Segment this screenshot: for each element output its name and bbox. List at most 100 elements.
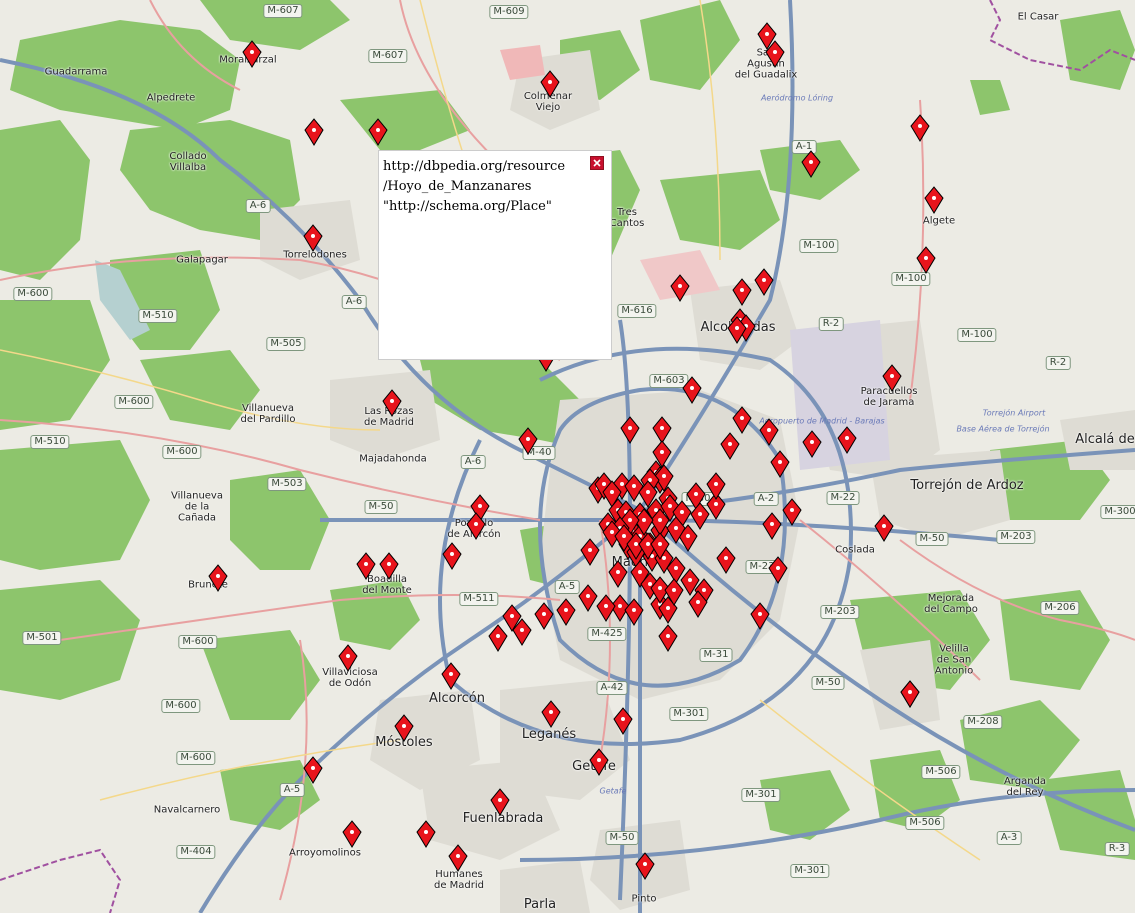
place-label: Leganés xyxy=(521,727,577,742)
map-marker[interactable] xyxy=(924,186,944,214)
marker-pin-icon xyxy=(303,756,323,784)
map-marker[interactable] xyxy=(664,578,684,606)
marker-pin-icon xyxy=(613,707,633,735)
map-marker[interactable] xyxy=(670,274,690,302)
map-marker[interactable] xyxy=(682,376,702,404)
map-marker[interactable] xyxy=(635,852,655,880)
map-marker[interactable] xyxy=(208,564,228,592)
map-marker[interactable] xyxy=(624,598,644,626)
road-shield: M-100 xyxy=(957,328,997,342)
marker-pin-icon xyxy=(620,416,640,444)
road-shield: M-22 xyxy=(826,491,860,505)
place-label: Arroyomolinos xyxy=(289,847,361,859)
map-marker[interactable] xyxy=(304,118,324,146)
marker-pin-icon xyxy=(706,472,726,500)
map-marker[interactable] xyxy=(837,426,857,454)
marker-pin-icon xyxy=(650,532,670,560)
map-marker[interactable] xyxy=(916,246,936,274)
place-label: El Casar xyxy=(1017,11,1059,23)
road-shield: M-50 xyxy=(605,831,639,845)
map-marker[interactable] xyxy=(448,844,468,872)
map-marker[interactable] xyxy=(801,150,821,178)
map-marker[interactable] xyxy=(608,560,628,588)
map-marker[interactable] xyxy=(770,450,790,478)
map-marker[interactable] xyxy=(356,552,376,580)
road-shield: M-506 xyxy=(921,765,961,779)
map-marker[interactable] xyxy=(768,556,788,584)
road-shield: M-510 xyxy=(138,309,178,323)
road-shield: A-6 xyxy=(245,199,271,213)
map-marker[interactable] xyxy=(900,680,920,708)
map-marker[interactable] xyxy=(342,820,362,848)
marker-pin-icon xyxy=(518,427,538,455)
map-marker[interactable] xyxy=(732,406,752,434)
map-marker[interactable] xyxy=(442,542,462,570)
map-marker[interactable] xyxy=(441,662,461,690)
place-label: Velilla de San Antonio xyxy=(934,643,974,677)
map-marker[interactable] xyxy=(727,316,747,344)
place-label: Collado Villalba xyxy=(169,151,207,173)
place-label: Coslada xyxy=(835,544,875,556)
map-view[interactable]: MoralzarzalGuadarramaAlpedreteCollado Vi… xyxy=(0,0,1135,913)
map-marker[interactable] xyxy=(802,430,822,458)
map-marker[interactable] xyxy=(688,590,708,618)
map-marker[interactable] xyxy=(303,756,323,784)
marker-pin-icon xyxy=(304,118,324,146)
close-icon[interactable] xyxy=(590,156,604,170)
map-marker[interactable] xyxy=(578,584,598,612)
map-marker[interactable] xyxy=(762,512,782,540)
marker-pin-icon xyxy=(916,246,936,274)
road-shield: M-616 xyxy=(617,304,657,318)
marker-pin-icon xyxy=(716,546,736,574)
map-marker[interactable] xyxy=(490,788,510,816)
marker-pin-icon xyxy=(303,224,323,252)
marker-pin-icon xyxy=(900,680,920,708)
map-marker[interactable] xyxy=(512,618,532,646)
map-marker[interactable] xyxy=(782,498,802,526)
map-marker[interactable] xyxy=(589,748,609,776)
map-marker[interactable] xyxy=(556,598,576,626)
map-marker[interactable] xyxy=(466,512,486,540)
map-marker[interactable] xyxy=(394,714,414,742)
map-marker[interactable] xyxy=(910,114,930,142)
marker-pin-icon xyxy=(394,714,414,742)
marker-pin-icon xyxy=(416,820,436,848)
map-marker[interactable] xyxy=(518,427,538,455)
map-marker[interactable] xyxy=(720,432,740,460)
place-label: Algete xyxy=(922,215,956,227)
map-marker[interactable] xyxy=(754,268,774,296)
map-marker[interactable] xyxy=(658,624,678,652)
road-shield: M-600 xyxy=(162,445,202,459)
map-marker[interactable] xyxy=(706,472,726,500)
map-marker[interactable] xyxy=(541,700,561,728)
map-marker[interactable] xyxy=(765,40,785,68)
map-marker[interactable] xyxy=(759,418,779,446)
map-marker[interactable] xyxy=(379,552,399,580)
road-shield: A-5 xyxy=(554,580,580,594)
map-marker[interactable] xyxy=(613,707,633,735)
map-marker[interactable] xyxy=(750,602,770,630)
map-marker[interactable] xyxy=(303,224,323,252)
map-marker[interactable] xyxy=(488,624,508,652)
map-marker[interactable] xyxy=(732,278,752,306)
map-marker[interactable] xyxy=(650,532,670,560)
map-marker[interactable] xyxy=(368,118,388,146)
map-marker[interactable] xyxy=(882,364,902,392)
map-marker[interactable] xyxy=(534,602,554,630)
poi-label: Torrejón Airport xyxy=(982,408,1046,418)
map-marker[interactable] xyxy=(416,820,436,848)
map-marker[interactable] xyxy=(338,644,358,672)
map-marker[interactable] xyxy=(874,514,894,542)
map-marker[interactable] xyxy=(716,546,736,574)
map-marker[interactable] xyxy=(540,70,560,98)
map-marker[interactable] xyxy=(382,389,402,417)
marker-pin-icon xyxy=(338,644,358,672)
marker-pin-icon xyxy=(762,512,782,540)
map-marker[interactable] xyxy=(580,538,600,566)
road-shield: M-607 xyxy=(263,4,303,18)
map-marker[interactable] xyxy=(242,40,262,68)
map-marker[interactable] xyxy=(596,594,616,622)
marker-pin-icon xyxy=(382,389,402,417)
road-shield: A-2 xyxy=(753,492,779,506)
map-marker[interactable] xyxy=(620,416,640,444)
